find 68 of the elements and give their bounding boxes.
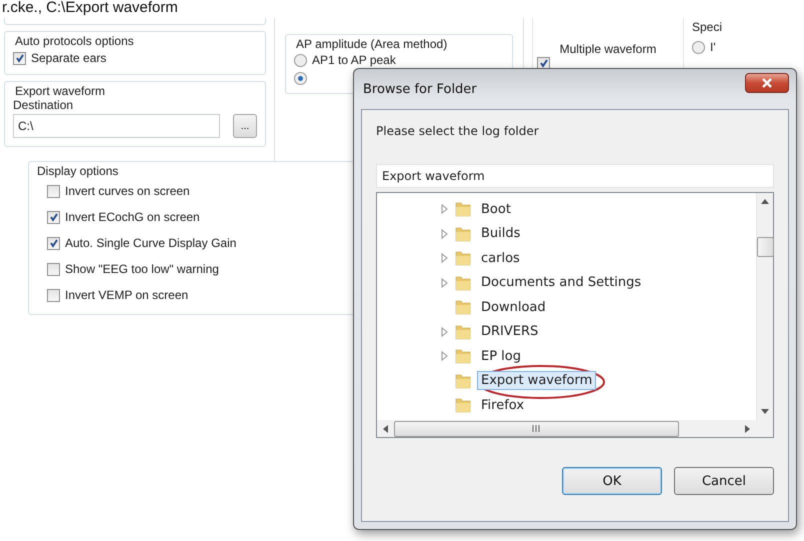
expand-arrow-icon[interactable] — [440, 326, 448, 337]
expand-arrow-icon[interactable] — [440, 228, 448, 239]
folder-item[interactable]: Boot — [477, 200, 515, 219]
checkbox-label: Invert ECochG on screen — [65, 210, 200, 224]
folder-item[interactable]: Builds — [477, 224, 524, 244]
browse-button[interactable]: ... — [233, 114, 257, 138]
vertical-scrollbar[interactable] — [756, 193, 773, 420]
checkbox[interactable] — [47, 210, 60, 224]
close-icon — [761, 78, 773, 88]
radio-button[interactable] — [294, 72, 307, 84]
checkbox-label: Separate ears — [31, 51, 106, 65]
folder-icon — [455, 274, 471, 291]
group-title: Export waveform — [13, 84, 108, 98]
radio-button[interactable] — [692, 40, 705, 54]
group-title: Auto protocols options — [13, 34, 136, 48]
expand-arrow-icon[interactable] — [440, 253, 448, 264]
folder-item[interactable]: Documents and Settings — [477, 273, 646, 292]
group-title: Speci — [692, 20, 722, 34]
destination-label: Destination — [13, 98, 74, 112]
grip-icon — [532, 425, 541, 432]
scroll-down-icon[interactable] — [761, 409, 769, 414]
dialog-title: Browse for Folder — [362, 82, 477, 96]
folder-item[interactable]: Download — [477, 298, 550, 317]
scrollbar-thumb[interactable] — [394, 420, 679, 436]
scroll-left-icon[interactable] — [383, 424, 388, 432]
group-title: AP amplitude (Area method) — [294, 37, 450, 51]
folder-item[interactable]: carlos — [477, 248, 524, 268]
expand-arrow-icon[interactable] — [440, 278, 448, 288]
destination-field[interactable]: C:\ — [13, 114, 220, 138]
folder-name-field[interactable]: Export waveform — [376, 164, 774, 188]
expand-arrow-icon[interactable] — [440, 351, 448, 362]
multiple-waveform-label: Multiple waveform — [558, 42, 658, 56]
folder-icon — [455, 226, 471, 242]
folder-icon — [455, 348, 471, 364]
folder-item[interactable]: EP log — [477, 346, 526, 366]
folder-icon — [455, 201, 471, 218]
expand-arrow-icon[interactable] — [440, 204, 448, 214]
folder-icon — [455, 299, 471, 316]
prompt-text: Please select the log folder — [376, 124, 540, 138]
radio-label: AP1 to AP peak — [312, 53, 396, 67]
scroll-right-icon[interactable] — [745, 424, 750, 432]
horizontal-scrollbar[interactable] — [377, 420, 756, 437]
dialog-button[interactable]: OK — [562, 467, 662, 495]
checkbox-label: Show "EEG too low" warning — [65, 262, 219, 276]
checkbox[interactable] — [47, 262, 60, 276]
folder-icon — [455, 372, 471, 389]
checkbox[interactable] — [13, 52, 26, 64]
folder-icon — [455, 397, 471, 414]
dialog-button[interactable]: Cancel — [674, 467, 774, 495]
radio-button[interactable] — [294, 54, 307, 66]
checkbox-label: Invert VEMP on screen — [65, 288, 188, 302]
checkbox[interactable] — [47, 288, 60, 302]
checkbox-label: Invert curves on screen — [65, 184, 190, 198]
checkbox[interactable] — [537, 56, 550, 70]
folder-item[interactable]: Firefox — [477, 396, 528, 415]
checkbox[interactable] — [47, 184, 60, 198]
folder-item[interactable]: Export waveform — [477, 371, 596, 390]
checkbox[interactable] — [47, 236, 60, 250]
close-button[interactable] — [745, 73, 789, 93]
scroll-up-icon[interactable] — [761, 199, 769, 204]
scrollbar-thumb[interactable] — [756, 236, 774, 256]
folder-icon — [455, 250, 471, 266]
group-title: Display options — [35, 164, 120, 178]
caption-text: r.cke., C:\Export waveform — [1, 0, 179, 16]
folder-item[interactable]: DRIVERS — [477, 322, 542, 342]
radio-label: I' — [710, 40, 716, 54]
folder-icon — [455, 324, 471, 340]
checkbox-label: Auto. Single Curve Display Gain — [65, 236, 236, 250]
